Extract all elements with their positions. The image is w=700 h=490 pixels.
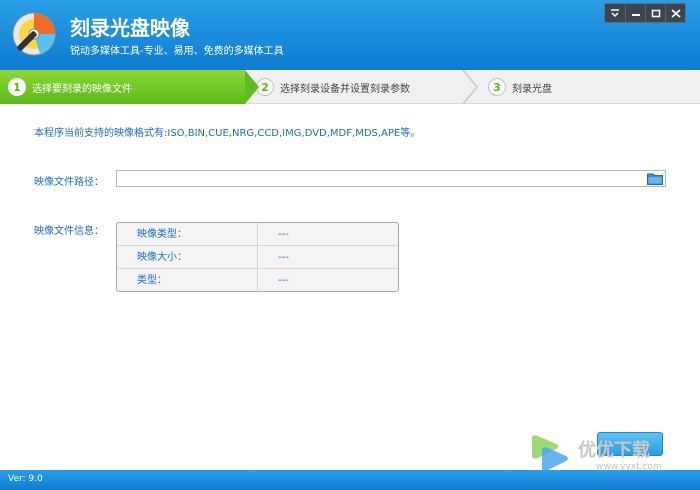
step-3-number: 3 xyxy=(488,78,506,96)
app-subtitle: 锐动多媒体工具-专业、易用、免费的多媒体工具 xyxy=(70,46,284,57)
step-separator-icon xyxy=(462,70,478,104)
path-label: 映像文件路径： xyxy=(34,177,104,188)
table-row: 类型： --- xyxy=(117,269,398,292)
table-row: 映像类型： --- xyxy=(117,223,398,246)
info-value: --- xyxy=(278,229,289,240)
app-title: 刻录光盘映像 xyxy=(70,16,190,40)
title-bar: 刻录光盘映像 锐动多媒体工具-专业、易用、免费的多媒体工具 xyxy=(0,0,700,70)
close-icon[interactable] xyxy=(665,4,685,22)
step-3: 3 刻录光盘 xyxy=(488,70,552,104)
maximize-icon[interactable] xyxy=(645,4,665,22)
image-path-input[interactable] xyxy=(116,170,666,187)
disc-burner-logo-icon xyxy=(12,12,56,56)
step-1-arrow xyxy=(245,70,259,104)
step-bar: 1 选择要刻录的映像文件 2 选择刻录设备并设置刻录参数 3 刻录光盘 xyxy=(0,70,700,104)
menu-icon[interactable] xyxy=(605,4,625,22)
version-text: Ver: 9.0 xyxy=(8,474,43,484)
info-value: --- xyxy=(278,252,289,263)
browse-folder-icon[interactable] xyxy=(647,172,663,185)
step-3-label: 刻录光盘 xyxy=(512,83,552,95)
step-2-label: 选择刻录设备并设置刻录参数 xyxy=(280,83,410,95)
table-row: 映像大小： --- xyxy=(117,246,398,269)
status-bar: Ver: 9.0 xyxy=(0,470,700,490)
step-1: 1 选择要刻录的映像文件 xyxy=(0,70,245,104)
window-controls xyxy=(604,3,686,23)
supported-formats-text: 本程序当前支持的映像格式有:ISO,BIN,CUE,NRG,CCD,IMG,DV… xyxy=(34,128,421,139)
step-1-label: 选择要刻录的映像文件 xyxy=(32,83,132,95)
info-key: 类型： xyxy=(117,269,258,292)
info-key: 映像大小： xyxy=(117,246,258,268)
image-info-table: 映像类型： --- 映像大小： --- 类型： --- xyxy=(116,222,399,292)
info-key: 映像类型： xyxy=(117,223,258,245)
step-2: 2 选择刻录设备并设置刻录参数 xyxy=(256,70,410,104)
info-label: 映像文件信息： xyxy=(34,226,104,237)
minimize-icon[interactable] xyxy=(625,4,645,22)
watermark-text: 优优下载 xyxy=(578,440,650,461)
info-value: --- xyxy=(278,275,289,286)
step-1-number: 1 xyxy=(8,78,26,96)
